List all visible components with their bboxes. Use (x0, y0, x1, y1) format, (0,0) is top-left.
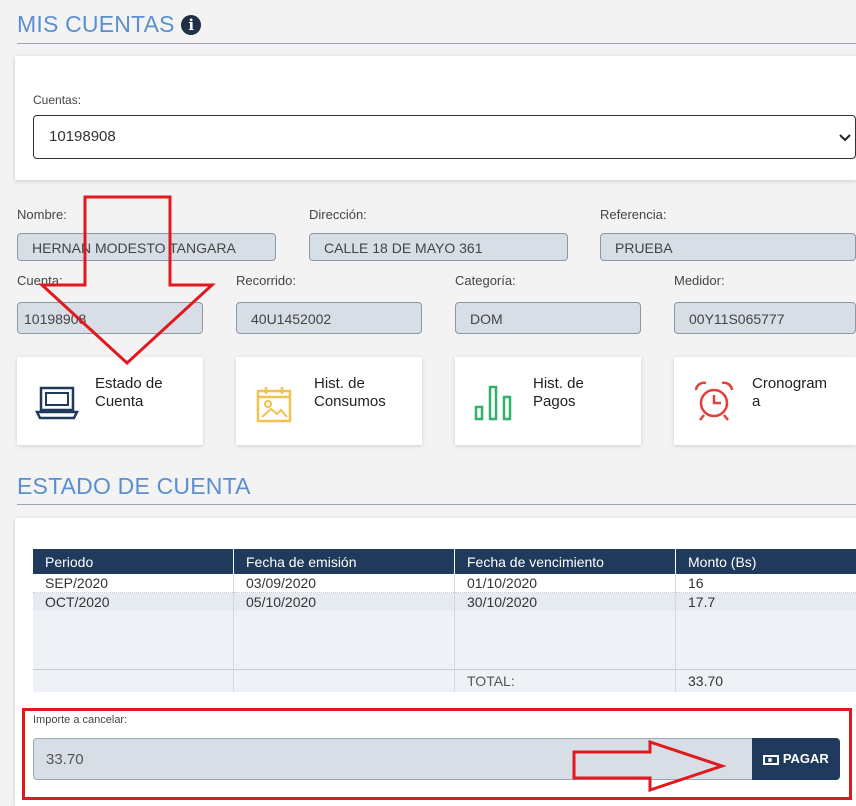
pagar-button[interactable]: PAGAR (752, 738, 840, 780)
cuenta-label: Cuenta: (17, 273, 63, 288)
col-monto: Monto (Bs) (675, 549, 856, 574)
importe-input[interactable]: 33.70 (33, 738, 752, 780)
alarm-clock-icon (694, 381, 734, 421)
account-select-value: 10198908 (49, 128, 116, 145)
importe-value: 33.70 (46, 751, 84, 768)
tile-label: Hist. de Consumos (314, 375, 386, 410)
tile-label: Cronogram a (752, 375, 828, 410)
empty-cell (33, 611, 234, 670)
cell-monto: 16 (688, 575, 704, 591)
col-fecha-emision: Fecha de emisión (233, 549, 455, 574)
recorrido-label: Recorrido: (236, 273, 296, 288)
col-periodo: Periodo (33, 549, 234, 574)
recorrido-field: 40U1452002 (236, 302, 422, 334)
estado-title: ESTADO DE CUENTA (17, 473, 251, 499)
categoria-label: Categoría: (455, 273, 516, 288)
tile-estado-de-cuenta[interactable]: Estado de Cuenta (17, 357, 203, 445)
cell-fecha-vencimiento: 01/10/2020 (454, 574, 676, 593)
cuenta-field: 10198908 (17, 302, 203, 334)
cell-fecha-emision: 05/10/2020 (233, 592, 455, 611)
page-title-text: MIS CUENTAS (17, 11, 175, 37)
table-total-row: TOTAL: 33.70 (33, 669, 856, 692)
header-divider (17, 43, 856, 44)
account-select-label: Cuentas: (33, 93, 82, 107)
pagar-label: PAGAR (782, 751, 829, 766)
tile-hist-consumos[interactable]: Hist. de Consumos (236, 357, 422, 445)
direccion-label: Dirección: (309, 207, 367, 222)
estado-divider (17, 504, 856, 505)
estado-card: Periodo Fecha de emisión Fecha de vencim… (15, 518, 856, 806)
importe-label: Importe a cancelar: (33, 714, 128, 726)
cell-fecha-emision: 03/09/2020 (233, 574, 455, 593)
tile-label: Estado de Cuenta (95, 375, 163, 410)
medidor-label: Medidor: (674, 273, 725, 288)
table-empty-row (33, 611, 856, 670)
empty-cell (33, 669, 234, 692)
categoria-field: DOM (455, 302, 641, 334)
tile-hist-pagos[interactable]: Hist. de Pagos (455, 357, 641, 445)
chevron-down-icon (839, 134, 851, 142)
account-select-card: Cuentas: 10198908 (15, 56, 856, 180)
referencia-label: Referencia: (600, 207, 667, 222)
empty-cell (676, 611, 856, 670)
nombre-label: Nombre: (17, 207, 67, 222)
table-row: OCT/2020 05/10/2020 30/10/2020 17.7 (33, 592, 856, 611)
col-fecha-vencimiento: Fecha de vencimiento (454, 549, 676, 574)
calendar-image-icon (256, 387, 292, 423)
table-header-row: Periodo Fecha de emisión Fecha de vencim… (33, 549, 856, 574)
tile-cronograma[interactable]: Cronogram a (674, 357, 856, 445)
empty-cell (233, 669, 455, 692)
referencia-field: PRUEBA (600, 233, 856, 261)
empty-cell (233, 611, 455, 670)
info-icon[interactable]: i (181, 15, 202, 35)
empty-cell (454, 611, 676, 670)
laptop-icon (35, 386, 79, 420)
cell-fecha-vencimiento: 30/10/2020 (454, 592, 676, 611)
direccion-field: CALLE 18 DE MAYO 361 (309, 233, 568, 261)
total-value: 33.70 (688, 673, 724, 689)
tile-label: Hist. de Pagos (533, 375, 584, 410)
cell-periodo: SEP/2020 (33, 574, 234, 593)
bar-chart-icon (474, 385, 512, 421)
money-icon (763, 755, 780, 765)
cell-periodo: OCT/2020 (33, 592, 234, 611)
table-row: SEP/2020 03/09/2020 01/10/2020 16 (33, 574, 856, 593)
total-label: TOTAL: (454, 669, 676, 692)
page-title: MIS CUENTAS i (17, 11, 202, 38)
estado-table: Periodo Fecha de emisión Fecha de vencim… (33, 549, 856, 692)
medidor-field: 00Y11S065777 (674, 302, 856, 334)
cell-monto: 17.7 (688, 594, 716, 610)
account-select[interactable]: 10198908 (33, 115, 856, 159)
nombre-field: HERNAN MODESTO TANGARA (17, 233, 276, 261)
